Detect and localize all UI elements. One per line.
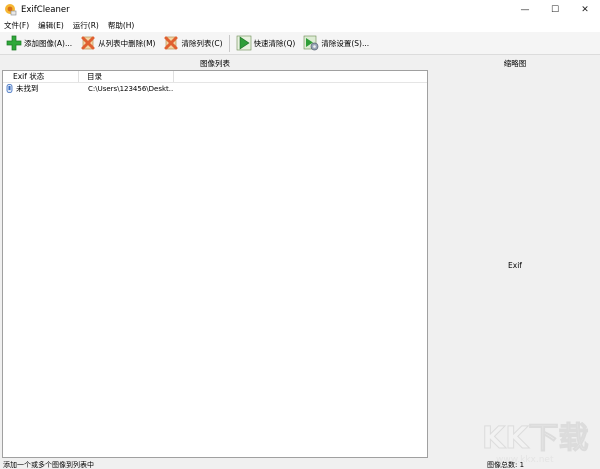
menu-edit[interactable]: 编辑(E)	[38, 20, 64, 31]
svg-text:www.kkx.net: www.kkx.net	[496, 455, 554, 464]
column-directory[interactable]: 目录	[79, 71, 174, 82]
table-row[interactable]: 未找到 C:\Users\123456\Deskt...	[3, 83, 427, 94]
remove-from-list-label: 从列表中删除(M)	[98, 38, 156, 48]
quick-clean-label: 快速清除(Q)	[253, 38, 296, 48]
row-directory-cell: C:\Users\123456\Deskt...	[88, 84, 174, 93]
add-images-label: 添加图像(A)...	[24, 38, 73, 48]
thumbnail-panel: 缩略图 Exif	[430, 56, 600, 460]
watermark-logo: KK下载 www.kkx.net	[482, 421, 589, 465]
add-images-button[interactable]: 添加图像(A)...	[6, 34, 72, 53]
plus-icon	[6, 35, 22, 51]
clean-settings-label: 清除设置(S)...	[321, 38, 370, 48]
title-bar: ExifCleaner — ☐ ✕	[0, 0, 600, 19]
quick-clean-button[interactable]: 快速清除(Q)	[236, 34, 296, 53]
svg-text:KK下载: KK下载	[482, 421, 589, 456]
row-status-cell: 未找到	[3, 83, 79, 94]
list-column-headers: Exif 状态 目录	[3, 71, 427, 83]
toolbar: 添加图像(A)... 从列表中删除(M) 清除列表(C) 快速清除(Q) 清除设…	[0, 32, 600, 55]
menu-file[interactable]: 文件(F)	[4, 20, 29, 31]
window-title: ExifCleaner	[21, 4, 70, 15]
column-exif-status[interactable]: Exif 状态	[3, 71, 79, 82]
clear-list-label: 清除列表(C)	[181, 38, 223, 48]
row-status-text: 未找到	[16, 84, 39, 93]
clear-list-button[interactable]: 清除列表(C)	[163, 34, 223, 53]
image-list-panel: 图像列表 Exif 状态 目录 未找到 C:\Users\123456\Desk…	[0, 56, 430, 460]
image-list[interactable]: Exif 状态 目录 未找到 C:\Users\123456\Deskt...	[2, 70, 428, 458]
thumbnail-text: Exif	[508, 260, 522, 270]
menu-bar: 文件(F) 编辑(E) 运行(R) 帮助(H)	[0, 19, 600, 32]
x-icon	[81, 36, 95, 50]
remove-from-list-button[interactable]: 从列表中删除(M)	[80, 34, 155, 53]
menu-run[interactable]: 运行(R)	[73, 20, 99, 31]
thumbnail-area: Exif	[430, 70, 600, 460]
clean-settings-button[interactable]: 清除设置(S)...	[303, 34, 369, 53]
x-icon	[164, 36, 178, 50]
image-list-title: 图像列表	[0, 56, 430, 70]
play-icon	[236, 35, 251, 51]
close-button[interactable]: ✕	[570, 0, 600, 19]
status-hint: 添加一个或多个图像到列表中	[3, 461, 94, 469]
menu-help[interactable]: 帮助(H)	[108, 20, 135, 31]
app-icon	[5, 4, 17, 16]
thumbnail-title: 缩略图	[430, 56, 600, 70]
toolbar-separator	[228, 34, 230, 52]
settings-icon	[304, 35, 319, 51]
exif-status-icon	[6, 84, 13, 93]
minimize-button[interactable]: —	[510, 0, 540, 19]
maximize-button[interactable]: ☐	[540, 0, 570, 19]
